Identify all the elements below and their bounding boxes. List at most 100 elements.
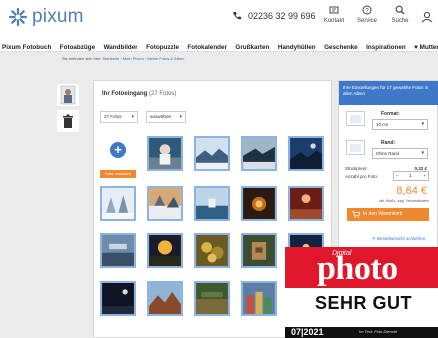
total-price-note: inkl. MwSt., zzgl. Versandkosten [378,199,429,203]
photo-thumbnail[interactable] [194,136,230,171]
quantity-label: Anzahl pro Foto: [345,174,379,179]
select-label: auswählen [150,114,172,119]
add-photo-button[interactable]: + [110,142,126,158]
photo-thumbnail[interactable] [100,186,136,221]
nav-item-fotokalender[interactable]: Fotokalender [187,40,227,51]
photo-thumbnail[interactable] [147,136,183,171]
photo-thumbnail[interactable] [288,186,324,221]
nav-item-grusskarten[interactable]: Grußkarten [235,40,269,51]
phone-hotline[interactable]: 02236 32 99 696 [232,11,316,21]
format-select[interactable]: 10 cm ▾ [372,119,428,130]
breadcrumb-prefix: Sie befinden sich hier: [62,56,102,61]
nav-item-fotoabzuege[interactable]: Fotoabzüge [60,40,95,51]
format-label: Format: [381,111,400,117]
badge-photo-logo: photo [317,250,398,287]
pixum-logo[interactable]: pixum [8,6,84,28]
photo-image [102,188,134,219]
photo-image [102,235,134,266]
album-thumbnail[interactable] [57,84,79,106]
upload-tile[interactable]: + Fotos hochladen [100,136,136,181]
rand-select[interactable]: Ohne Rand ▾ [372,148,428,159]
photo-thumbnail[interactable] [241,136,277,171]
format-value: 10 cm [376,122,389,127]
photo-image [196,188,228,219]
nav-item-fotopuzzle[interactable]: Fotopuzzle [146,40,179,51]
format-preview [346,111,365,126]
photo-thumbnail[interactable] [288,136,324,171]
chevron-down-icon: ▾ [179,114,182,120]
page-title: Ihr Fotoeingang (27 Fotos) [102,91,176,97]
photo-image [102,283,134,314]
photo-filter-select[interactable]: 27 Fotos ▾ [100,111,138,123]
phone-icon [233,12,241,20]
photo-image [149,138,181,169]
photo-count: (27 Fotos) [149,91,177,97]
delete-button[interactable] [57,110,79,132]
trash-icon [63,114,73,128]
photo-image [196,138,228,169]
photo-image [243,283,275,314]
search-icon [395,5,405,15]
photo-thumbnail[interactable] [100,281,136,316]
photo-thumbnail[interactable] [147,233,183,268]
main-navigation: Pixum Fotobuch Fotoabzüge Wandbilder Fot… [0,36,438,52]
photo-thumbnail[interactable] [100,233,136,268]
badge-rating: SEHR GUT [315,293,413,313]
photo-thumbnail[interactable] [194,233,230,268]
nav-item-handyhuellen[interactable]: Handyhüllen [278,40,316,51]
close-order-view-link[interactable]: ✕ Bestellansicht schließen [372,236,425,242]
photo-image [196,283,228,314]
phone-number: 02236 32 99 696 [248,11,316,21]
contact-icon [329,6,339,14]
add-to-cart-button[interactable]: In den Warenkorb [347,208,429,221]
select-dropdown[interactable]: auswählen ▾ [146,111,186,123]
pixum-flower-icon [8,7,28,27]
site-header: pixum 02236 32 99 696 Kontakt ? Service … [0,0,438,36]
kontakt-link[interactable]: Kontakt [318,4,350,24]
cart-button-label: In den Warenkorb [363,211,403,217]
decrement-button[interactable]: – [396,172,399,180]
photo-image [243,235,275,266]
quantity-stepper[interactable]: – 1 + [393,171,429,181]
chevron-down-icon: ▾ [421,150,424,156]
breadcrumb: Sie befinden sich hier: Startseite › Mei… [62,56,184,61]
test-award-badge: Digital photo SEHR GUT 07|2021 Im Test: … [285,247,438,338]
service-link[interactable]: ? Service [351,4,383,24]
chevron-down-icon: ▾ [131,114,134,120]
cart-icon [352,211,360,218]
photo-thumbnail[interactable] [241,233,277,268]
suche-link[interactable]: Suche [384,4,416,24]
rand-label: Rand: [381,140,396,146]
service-label: Service [356,18,377,24]
chevron-down-icon: ▾ [421,121,424,127]
photo-image [149,235,181,266]
account-icon[interactable] [420,10,434,23]
badge-issue: 07|2021 [291,327,324,337]
album-cover-icon [60,85,76,105]
photo-thumbnail[interactable] [194,186,230,221]
photo-image [149,283,181,314]
breadcrumb-path[interactable]: Startseite › Mein Pixum › Meine Fotos & … [102,56,184,61]
photo-image [149,188,181,219]
filter-value: 27 Fotos [104,114,122,119]
user-icon [421,11,433,23]
photo-image [290,188,322,219]
photo-thumbnail[interactable] [241,186,277,221]
increment-button[interactable]: + [423,172,426,180]
nav-item-wandbilder[interactable]: Wandbilder [104,40,138,51]
badge-note: Im Test: Foto-Dienste [359,329,398,334]
nav-item-inspirationen[interactable]: Inspirationen [366,40,406,51]
photo-thumbnail[interactable] [194,281,230,316]
nav-item-muttertag[interactable]: ♥ Muttertag [414,40,438,51]
nav-item-geschenke[interactable]: Geschenke [324,40,358,51]
photo-image [243,138,275,169]
photo-image [243,188,275,219]
photo-thumbnail[interactable] [241,281,277,316]
upload-label: Fotos hochladen [100,170,136,178]
nav-item-fotobuch[interactable]: Pixum Fotobuch [2,40,51,51]
unit-price-label: Stückpreis: [345,166,368,171]
order-settings-header: Ihre Einstellungen für 17 gewählte Fotos… [339,81,438,105]
photo-thumbnail[interactable] [147,281,183,316]
brand-name: pixum [32,6,84,27]
photo-thumbnail[interactable] [147,186,183,221]
